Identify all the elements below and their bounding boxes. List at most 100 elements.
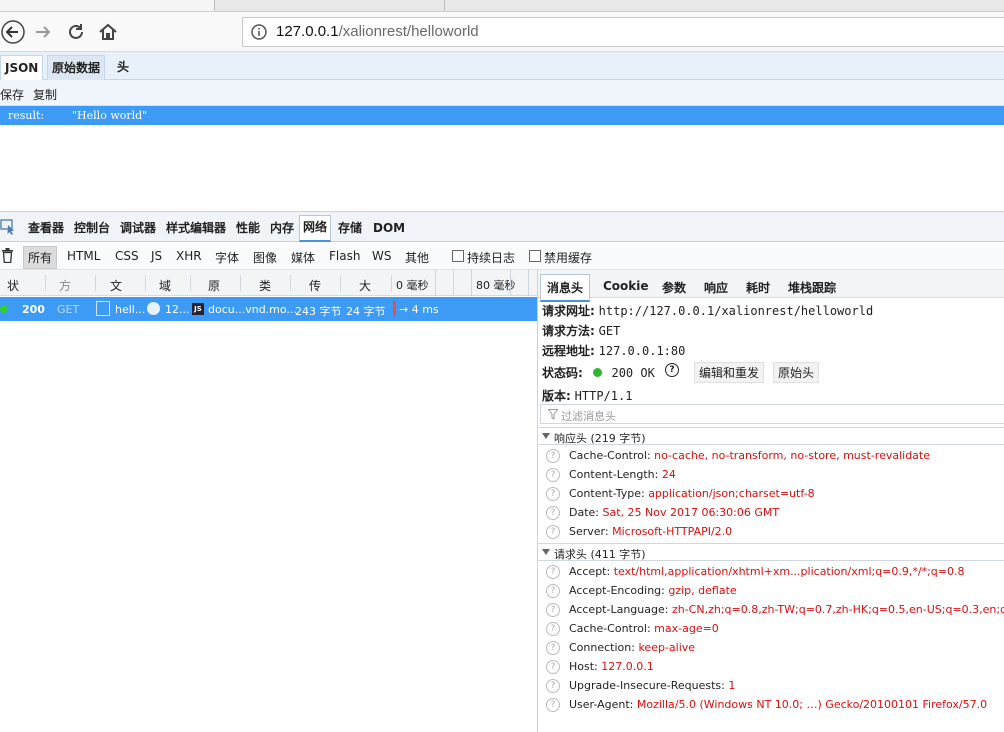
tab-cookie[interactable]: Cookie	[603, 279, 649, 293]
request-list-empty-area	[0, 321, 537, 732]
element-picker-icon[interactable]	[0, 219, 16, 238]
request-headers-section[interactable]: 请求头 (411 字节)	[538, 543, 1004, 561]
tab-debugger[interactable]: 调试器	[118, 216, 158, 240]
filter-other[interactable]: 其他	[405, 249, 429, 266]
waterfall-gridline	[510, 270, 511, 296]
filter-fonts[interactable]: 字体	[215, 249, 239, 266]
summary-version-label: 版本:	[542, 389, 571, 403]
request-row[interactable]: 200 GET hell... 12... JS docu...vnd.mo..…	[0, 297, 537, 321]
column-divider	[45, 275, 46, 291]
forward-button[interactable]	[30, 19, 56, 45]
header-value: Microsoft-HTTPAPI/2.0	[612, 525, 733, 538]
network-filter-bar: 所有 HTML CSS JS XHR 字体 图像 媒体 Flash WS 其他 …	[0, 242, 1004, 270]
json-value: "Hello world"	[72, 109, 148, 122]
summary-status-label: 状态码:	[542, 366, 583, 380]
copy-button[interactable]: 复制	[33, 86, 57, 103]
filter-all[interactable]: 所有	[23, 246, 58, 269]
raw-headers-button[interactable]: 原始头	[773, 362, 820, 383]
tab-headers[interactable]: 头	[113, 55, 133, 81]
tab-inspector[interactable]: 查看器	[26, 216, 66, 240]
column-cause[interactable]: 原	[208, 277, 220, 294]
header-help-icon[interactable]: ?	[546, 603, 560, 617]
header-help-icon[interactable]: ?	[546, 565, 560, 579]
disable-cache-checkbox[interactable]	[529, 250, 541, 262]
disable-cache-label[interactable]: 禁用缓存	[544, 249, 592, 266]
browser-tab-active[interactable]	[0, 0, 215, 11]
column-status[interactable]: 状	[7, 277, 19, 294]
column-divider	[391, 275, 392, 291]
save-button[interactable]: 保存	[0, 86, 24, 103]
url-text[interactable]: 127.0.0.1/xalionrest/helloworld	[276, 23, 479, 40]
column-size[interactable]: 大	[359, 277, 371, 294]
tab-performance[interactable]: 性能	[234, 216, 262, 240]
filter-js[interactable]: JS	[151, 249, 162, 263]
column-divider	[190, 275, 191, 291]
persist-log-label[interactable]: 持续日志	[467, 249, 515, 266]
summary-status: 状态码: 200 OK	[542, 364, 655, 381]
filter-ws[interactable]: WS	[372, 249, 391, 263]
help-icon[interactable]: ?	[665, 363, 679, 377]
header-value: Sat, 25 Nov 2017 06:30:06 GMT	[602, 506, 780, 519]
header-help-icon[interactable]: ?	[546, 449, 560, 463]
header-help-icon[interactable]: ?	[546, 660, 560, 674]
filter-flash[interactable]: Flash	[329, 249, 360, 263]
edit-resend-button[interactable]: 编辑和重发	[694, 362, 765, 383]
header-value: zh-CN,zh;q=0.8,zh-TW;q=0.7,zh-HK;q=0.5,e…	[671, 603, 1004, 616]
summary-status-value: 200 OK	[611, 366, 655, 380]
header-name: Host:	[569, 660, 598, 673]
tab-storage[interactable]: 存储	[336, 216, 364, 240]
navigation-bar: 127.0.0.1/xalionrest/helloworld	[0, 12, 1004, 52]
header-help-icon[interactable]: ?	[546, 487, 560, 501]
reload-button[interactable]	[63, 19, 89, 45]
summary-remote-label: 远程地址:	[542, 344, 595, 358]
header-help-icon[interactable]: ?	[546, 679, 560, 693]
json-row[interactable]: result: "Hello world"	[0, 106, 1004, 125]
filter-media[interactable]: 媒体	[291, 249, 315, 266]
response-headers-section[interactable]: 响应头 (219 字节)	[538, 427, 1004, 445]
filter-images[interactable]: 图像	[253, 249, 277, 266]
back-button[interactable]	[0, 19, 26, 45]
column-method[interactable]: 方	[59, 277, 71, 294]
header-help-icon[interactable]: ?	[546, 584, 560, 598]
tab-dom[interactable]: DOM	[371, 216, 407, 240]
column-type[interactable]: 类	[259, 277, 271, 294]
summary-version-value: HTTP/1.1	[574, 389, 633, 403]
header-name: User-Agent:	[569, 698, 634, 711]
column-transferred[interactable]: 传	[309, 277, 321, 294]
json-toolbar: 保存 复制	[0, 80, 1004, 106]
header-help-icon[interactable]: ?	[546, 698, 560, 712]
summary-url-label: 请求网址:	[542, 304, 595, 318]
trash-icon[interactable]	[1, 248, 14, 266]
url-bar[interactable]: 127.0.0.1/xalionrest/helloworld	[242, 17, 1004, 47]
tab-network[interactable]: 网络	[299, 215, 332, 242]
filter-html[interactable]: HTML	[67, 249, 100, 263]
site-info-icon[interactable]	[251, 24, 267, 43]
panel-splitter[interactable]	[537, 270, 538, 732]
tab-memory[interactable]: 内存	[268, 216, 296, 240]
header-value: gzip, deflate	[668, 584, 737, 597]
tab-stack-trace[interactable]: 堆栈跟踪	[788, 279, 836, 296]
tab-response[interactable]: 响应	[704, 279, 728, 296]
home-button[interactable]	[95, 19, 121, 45]
column-domain[interactable]: 域	[159, 277, 171, 294]
header-help-icon[interactable]: ?	[546, 622, 560, 636]
tab-headers-panel[interactable]: 消息头	[540, 274, 591, 302]
header-help-icon[interactable]: ?	[546, 641, 560, 655]
header-help-icon[interactable]: ?	[546, 468, 560, 482]
tab-params[interactable]: 参数	[662, 279, 686, 296]
filter-css[interactable]: CSS	[115, 249, 139, 263]
browser-tab[interactable]	[215, 0, 445, 11]
tab-console[interactable]: 控制台	[72, 216, 112, 240]
header-value: max-age=0	[654, 622, 719, 635]
filter-headers-input[interactable]: 过滤消息头	[540, 404, 1004, 424]
column-file[interactable]: 文	[110, 277, 122, 294]
tab-raw-data[interactable]: 原始数据	[47, 55, 106, 81]
filter-xhr[interactable]: XHR	[176, 249, 202, 263]
tab-json[interactable]: JSON	[0, 55, 44, 81]
tab-timings[interactable]: 耗时	[746, 279, 770, 296]
header-help-icon[interactable]: ?	[546, 525, 560, 539]
tab-style-editor[interactable]: 样式编辑器	[164, 216, 228, 240]
header-help-icon[interactable]: ?	[546, 506, 560, 520]
header-name: Accept-Language:	[569, 603, 669, 616]
persist-log-checkbox[interactable]	[452, 250, 464, 262]
